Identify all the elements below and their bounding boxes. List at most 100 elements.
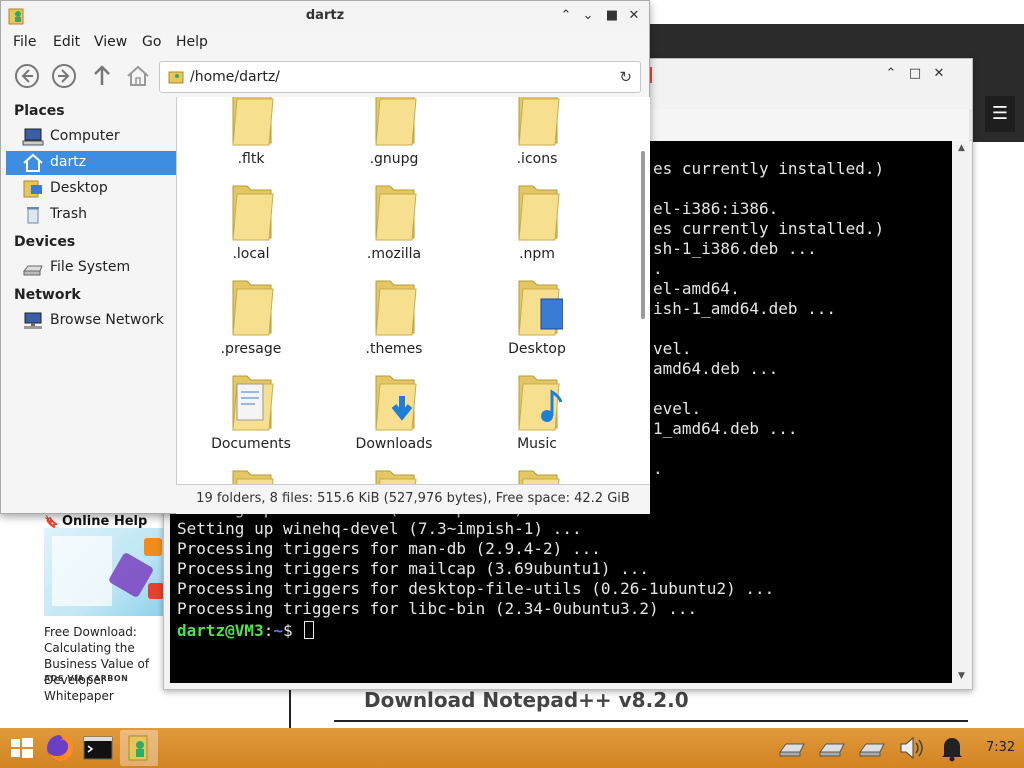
documents-folder-icon — [232, 375, 274, 431]
folder-icon — [232, 185, 274, 241]
file-item-item-12[interactable] — [191, 465, 311, 484]
file-item-mozilla[interactable]: .mozilla — [334, 180, 454, 272]
home-icon — [23, 153, 43, 172]
file-item-icons[interactable]: .icons — [477, 97, 597, 177]
file-item-item-14[interactable] — [477, 465, 597, 484]
network-drive-icon[interactable] — [816, 732, 848, 764]
file-item-desktop[interactable]: Desktop — [477, 275, 597, 367]
terminal-line: 1_amd64.deb ... — [653, 419, 798, 438]
network-drive-icon[interactable] — [776, 732, 808, 764]
sidebar: Places Computer dartz Desktop Trash Devi… — [1, 97, 176, 484]
file-manager-titlebar[interactable]: dartz ⌃ ⌄ ■ ✕ — [1, 1, 649, 31]
ad-image[interactable] — [44, 528, 164, 616]
back-icon[interactable] — [14, 63, 40, 89]
minimize-icon[interactable]: ⌃ — [882, 65, 900, 83]
file-item-gnupg[interactable]: .gnupg — [334, 97, 454, 177]
maximize-icon[interactable]: ■ — [603, 7, 621, 25]
sidebar-item-dartz[interactable]: dartz — [6, 151, 176, 175]
ad-title[interactable]: Online Help — [62, 514, 147, 529]
terminal-line: . — [653, 259, 663, 278]
minimize-icon[interactable]: ⌃ — [557, 7, 575, 25]
clock[interactable]: 7:32 — [986, 740, 1015, 755]
sidebar-item-label: File System — [50, 259, 131, 275]
close-icon[interactable]: ✕ — [625, 7, 643, 25]
close-icon[interactable]: ✕ — [930, 65, 948, 83]
file-item-fltk[interactable]: .fltk — [191, 97, 311, 177]
file-item-documents[interactable]: Documents — [191, 370, 311, 462]
file-name: Music — [517, 436, 557, 452]
folder-icon — [518, 97, 560, 146]
menu-view[interactable]: View — [94, 34, 127, 50]
hamburger-icon[interactable]: ☰ — [985, 96, 1015, 132]
restore-icon[interactable]: ⌄ — [579, 7, 597, 25]
terminal-scrollbar[interactable]: ▲ ▼ — [954, 141, 972, 683]
menubar: File Edit View Go Help — [1, 31, 649, 53]
bookmark-icon: 🔖 — [44, 515, 59, 529]
file-manager-window[interactable]: dartz ⌃ ⌄ ■ ✕ File Edit View Go Help /ho… — [0, 0, 650, 514]
trash-icon — [27, 207, 39, 224]
sidebar-item-browse-network[interactable]: Browse Network — [6, 309, 176, 333]
menu-go[interactable]: Go — [142, 34, 161, 50]
divider — [289, 690, 291, 728]
path-input[interactable]: /home/dartz/ — [190, 69, 280, 85]
terminal-line: es currently installed.) — [653, 219, 885, 238]
terminal-line: el-amd64. — [653, 279, 740, 298]
terminal-icon[interactable] — [82, 732, 114, 764]
menu-help[interactable]: Help — [176, 34, 208, 50]
terminal-line: evel. — [653, 399, 702, 418]
folder-icon — [232, 280, 274, 336]
menu-edit[interactable]: Edit — [53, 34, 80, 50]
maximize-icon[interactable]: □ — [906, 65, 924, 83]
cursor — [304, 621, 315, 639]
up-icon[interactable] — [89, 63, 115, 89]
terminal-prompt[interactable]: dartz@VM3:~$ — [177, 621, 315, 641]
menu-file[interactable]: File — [13, 34, 36, 50]
file-name: Downloads — [355, 436, 433, 452]
sidebar-item-label: Browse Network — [50, 312, 164, 328]
status-text: 19 folders, 8 files: 515.6 KiB (527,976 … — [196, 491, 630, 506]
music-folder-icon — [518, 375, 563, 431]
file-view[interactable]: .fltk .gnupg .icons .local .mozilla .npm .pres… — [176, 97, 650, 484]
ad-text[interactable]: Free Download: Calculating the Business … — [44, 624, 166, 704]
sidebar-item-trash[interactable]: Trash — [6, 203, 176, 227]
folder-icon — [375, 97, 417, 146]
home-icon[interactable] — [125, 63, 151, 89]
firefox-icon[interactable] — [44, 732, 76, 764]
sidebar-header-devices: Devices — [14, 234, 76, 250]
browser-tabbar — [650, 0, 1024, 24]
file-item-downloads[interactable]: Downloads — [334, 370, 454, 462]
file-view-scrollbar[interactable] — [641, 151, 645, 319]
terminal-line: vel. — [653, 339, 692, 358]
file-item-themes[interactable]: .themes — [334, 275, 454, 367]
file-item-npm[interactable]: .npm — [477, 180, 597, 272]
sidebar-header-network: Network — [14, 287, 81, 303]
desktop-folder-icon — [518, 280, 563, 336]
sidebar-item-desktop[interactable]: Desktop — [6, 177, 176, 201]
start-icon[interactable] — [6, 732, 38, 764]
notification-bell-icon[interactable] — [936, 732, 968, 764]
volume-icon[interactable] — [896, 732, 928, 764]
terminal-line: Processing triggers for man-db (2.9.4-2)… — [177, 539, 601, 558]
file-item-music[interactable]: Music — [477, 370, 597, 462]
file-item-local[interactable]: .local — [191, 180, 311, 272]
file-item-item-13[interactable] — [334, 465, 454, 484]
folder-icon — [375, 280, 417, 336]
file-item-presage[interactable]: .presage — [191, 275, 311, 367]
file-name: Documents — [211, 436, 291, 452]
sidebar-header-places: Places — [14, 103, 65, 119]
forward-icon[interactable] — [51, 63, 77, 89]
terminal-tab[interactable] — [644, 109, 969, 141]
folder-icon — [518, 185, 560, 241]
sidebar-item-file-system[interactable]: File System — [6, 256, 176, 280]
desktop-folder-icon — [23, 180, 42, 198]
ad-attribution[interactable]: ADS VIA CARBON — [44, 674, 128, 683]
folder-icon — [375, 470, 417, 484]
network-drive-icon[interactable] — [856, 732, 888, 764]
sidebar-item-label: Desktop — [50, 180, 108, 196]
folder-icon — [232, 97, 274, 146]
sidebar-item-computer[interactable]: Computer — [6, 125, 176, 149]
path-bar[interactable]: /home/dartz/ ↻ — [159, 61, 641, 93]
file-name: .icons — [516, 151, 558, 167]
file-manager-icon[interactable] — [123, 732, 155, 764]
refresh-icon[interactable]: ↻ — [619, 68, 632, 86]
